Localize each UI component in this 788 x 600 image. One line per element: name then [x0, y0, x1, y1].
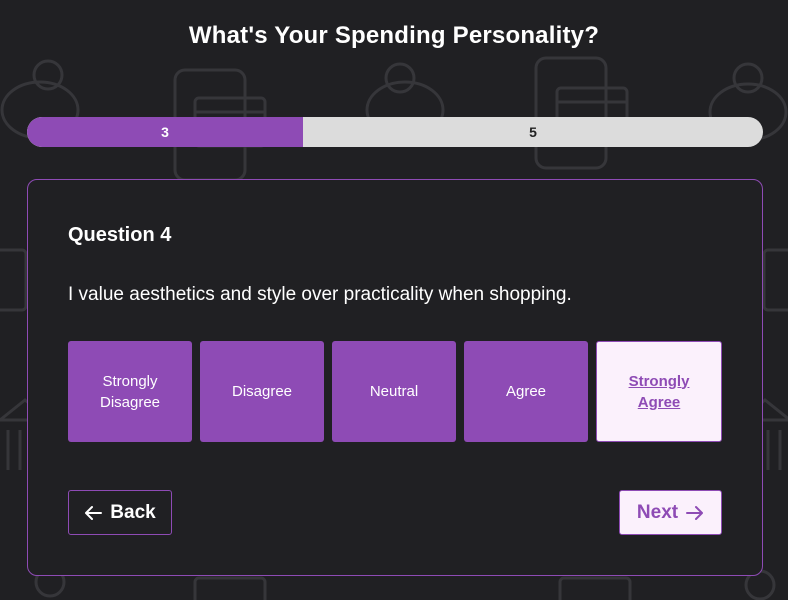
page-title: What's Your Spending Personality?	[188, 22, 600, 49]
quiz-screen: What's Your Spending Personality? 3 5 Qu…	[0, 0, 788, 600]
progress-total-label: 5	[529, 124, 537, 140]
option-disagree[interactable]: Disagree	[200, 341, 324, 442]
back-button[interactable]: Back	[68, 490, 172, 535]
arrow-left-icon	[85, 505, 103, 520]
option-strongly-disagree[interactable]: Strongly Disagree	[68, 341, 192, 442]
option-label: Strongly Disagree	[99, 372, 161, 411]
progress-bar: 3 5	[27, 117, 763, 147]
option-agree[interactable]: Agree	[464, 341, 588, 442]
card-icon	[193, 576, 632, 600]
next-button[interactable]: Next	[619, 490, 722, 535]
question-heading: Question 4	[68, 224, 172, 246]
question-text: I value aesthetics and style over practi…	[68, 284, 572, 305]
progress-current-label: 3	[161, 124, 169, 140]
option-label: Strongly Agree	[628, 372, 690, 411]
phone-icon	[534, 56, 608, 170]
option-label: Agree	[505, 383, 547, 400]
back-button-label: Back	[110, 501, 156, 523]
option-label: Disagree	[231, 383, 293, 400]
answer-options: Strongly Disagree Disagree Neutral Agree…	[68, 341, 722, 442]
option-strongly-agree[interactable]: Strongly Agree	[596, 341, 722, 442]
option-label: Neutral	[369, 383, 419, 400]
next-button-label: Next	[636, 501, 679, 523]
option-neutral[interactable]: Neutral	[332, 341, 456, 442]
question-card: Question 4 I value aesthetics and style …	[27, 179, 763, 576]
arrow-right-icon	[686, 505, 704, 520]
